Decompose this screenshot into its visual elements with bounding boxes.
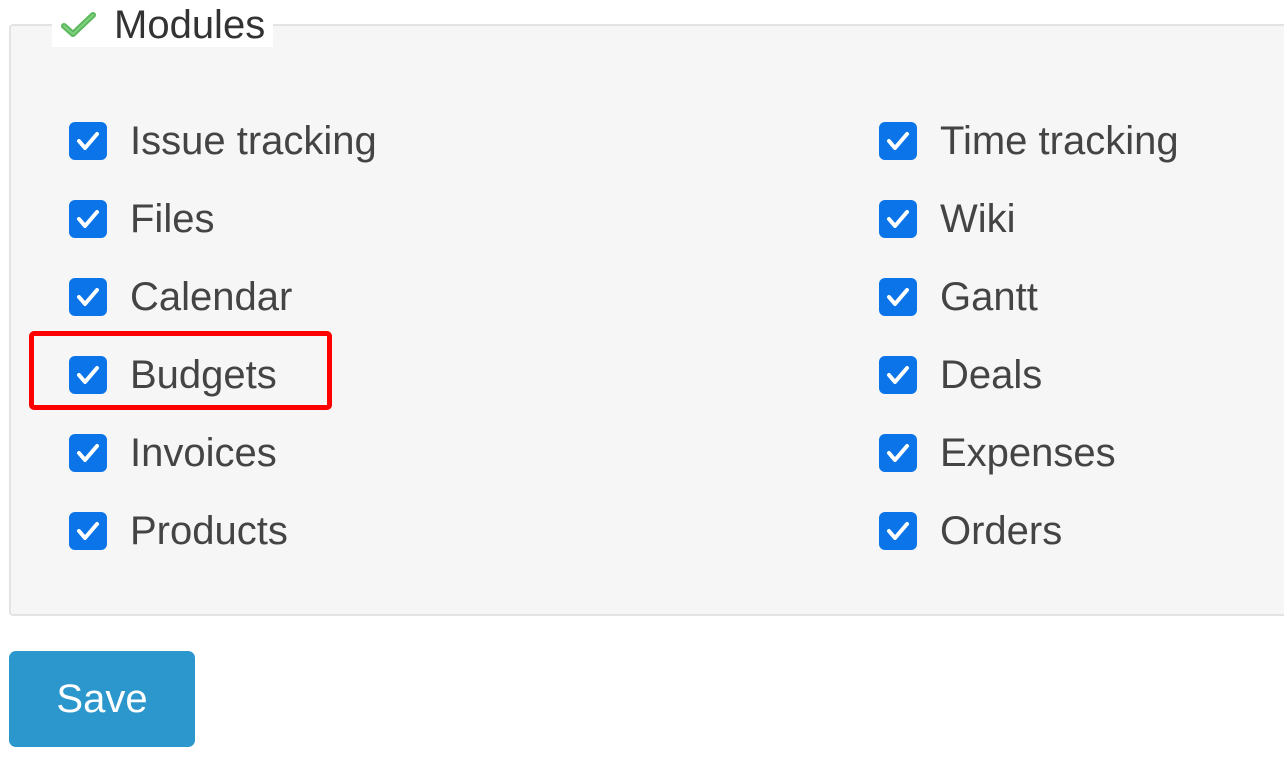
checkbox-calendar[interactable] (69, 278, 107, 316)
module-wiki[interactable]: Wiki (879, 191, 1016, 247)
module-label: Budgets (130, 352, 277, 397)
module-products[interactable]: Products (69, 503, 288, 559)
module-issue-tracking[interactable]: Issue tracking (69, 113, 377, 169)
checkbox-products[interactable] (69, 512, 107, 550)
module-label: Invoices (130, 430, 277, 475)
module-label: Gantt (940, 274, 1038, 319)
module-label: Orders (940, 508, 1063, 553)
checkbox-gantt[interactable] (879, 278, 917, 316)
module-orders[interactable]: Orders (879, 503, 1062, 559)
module-label: Deals (940, 352, 1043, 397)
module-files[interactable]: Files (69, 191, 214, 247)
module-time-tracking[interactable]: Time tracking (879, 113, 1179, 169)
module-label: Issue tracking (130, 118, 377, 163)
save-button[interactable]: Save (9, 651, 195, 747)
module-label: Calendar (130, 274, 293, 319)
module-label: Expenses (940, 430, 1116, 475)
checkbox-deals[interactable] (879, 356, 917, 394)
checkbox-orders[interactable] (879, 512, 917, 550)
checkbox-files[interactable] (69, 200, 107, 238)
module-invoices[interactable]: Invoices (69, 425, 277, 481)
module-gantt[interactable]: Gantt (879, 269, 1038, 325)
fieldset-legend-label: Modules (114, 3, 266, 47)
module-label: Wiki (940, 196, 1016, 241)
checkbox-issue-tracking[interactable] (69, 122, 107, 160)
checkmark-icon (60, 10, 98, 40)
module-deals[interactable]: Deals (879, 347, 1042, 403)
module-label: Products (130, 508, 288, 553)
module-label: Time tracking (940, 118, 1179, 163)
module-budgets[interactable]: Budgets (69, 347, 277, 403)
checkbox-invoices[interactable] (69, 434, 107, 472)
module-label: Files (130, 196, 215, 241)
checkbox-budgets[interactable] (69, 356, 107, 394)
checkbox-time-tracking[interactable] (879, 122, 917, 160)
module-expenses[interactable]: Expenses (879, 425, 1116, 481)
module-calendar[interactable]: Calendar (69, 269, 292, 325)
checkbox-wiki[interactable] (879, 200, 917, 238)
checkbox-expenses[interactable] (879, 434, 917, 472)
fieldset-legend[interactable]: Modules (52, 3, 274, 47)
